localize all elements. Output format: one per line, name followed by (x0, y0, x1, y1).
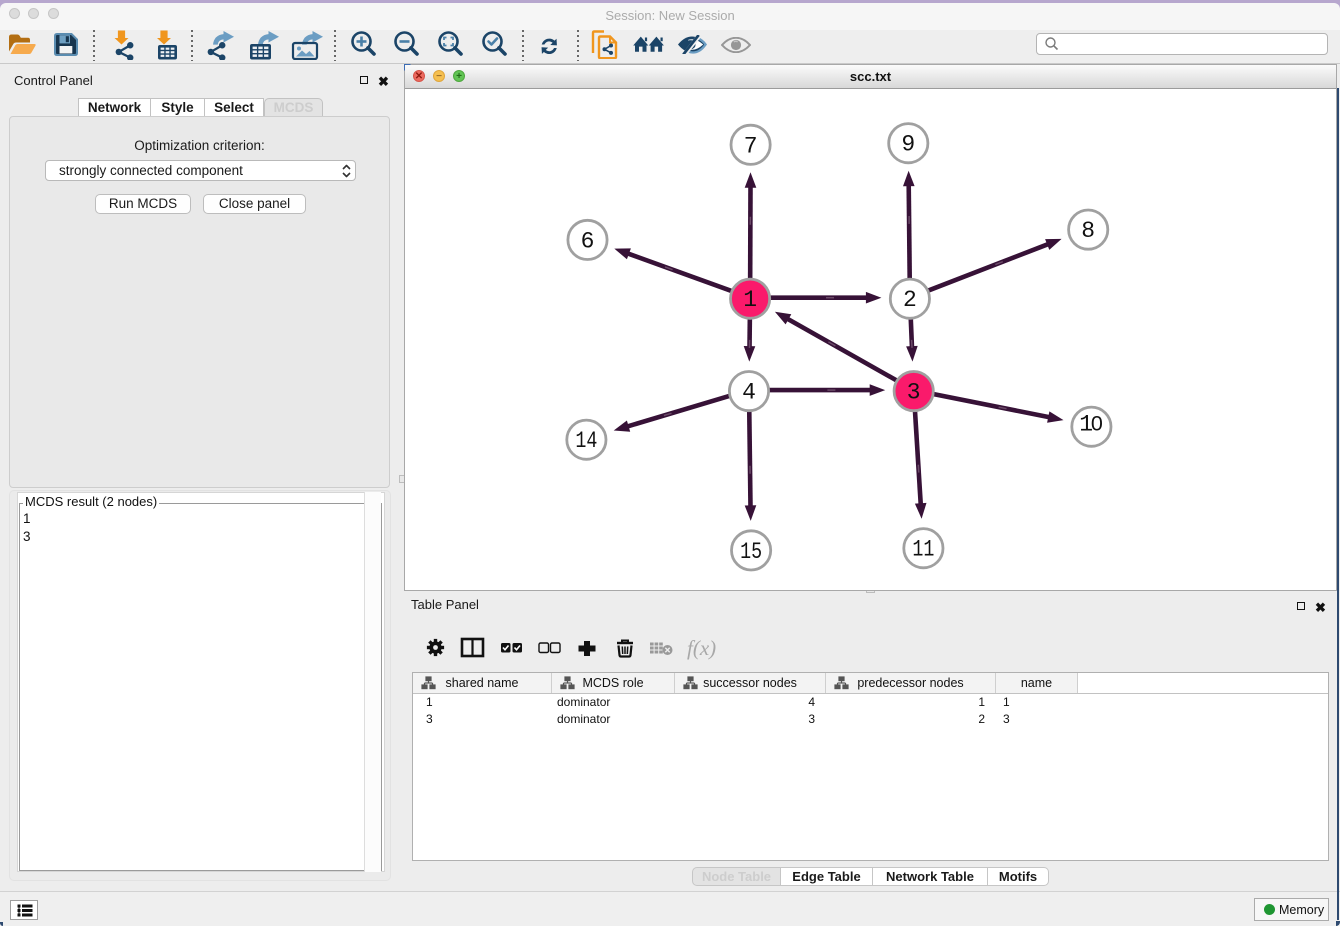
svg-text:3: 3 (907, 380, 921, 406)
svg-text:2: 2 (903, 287, 917, 313)
svg-text:f(x): f(x) (687, 636, 716, 660)
svg-text:4: 4 (742, 380, 756, 406)
svg-text:1: 1 (743, 287, 757, 313)
svg-text:14: 14 (575, 428, 597, 454)
svg-text:0: 0 (1091, 412, 1103, 436)
svg-text:9: 9 (901, 132, 915, 158)
svg-text:6: 6 (581, 228, 595, 254)
svg-text:15: 15 (740, 539, 762, 565)
svg-text:7: 7 (744, 133, 758, 159)
svg-text:11: 11 (912, 537, 934, 563)
svg-text:8: 8 (1081, 218, 1095, 244)
